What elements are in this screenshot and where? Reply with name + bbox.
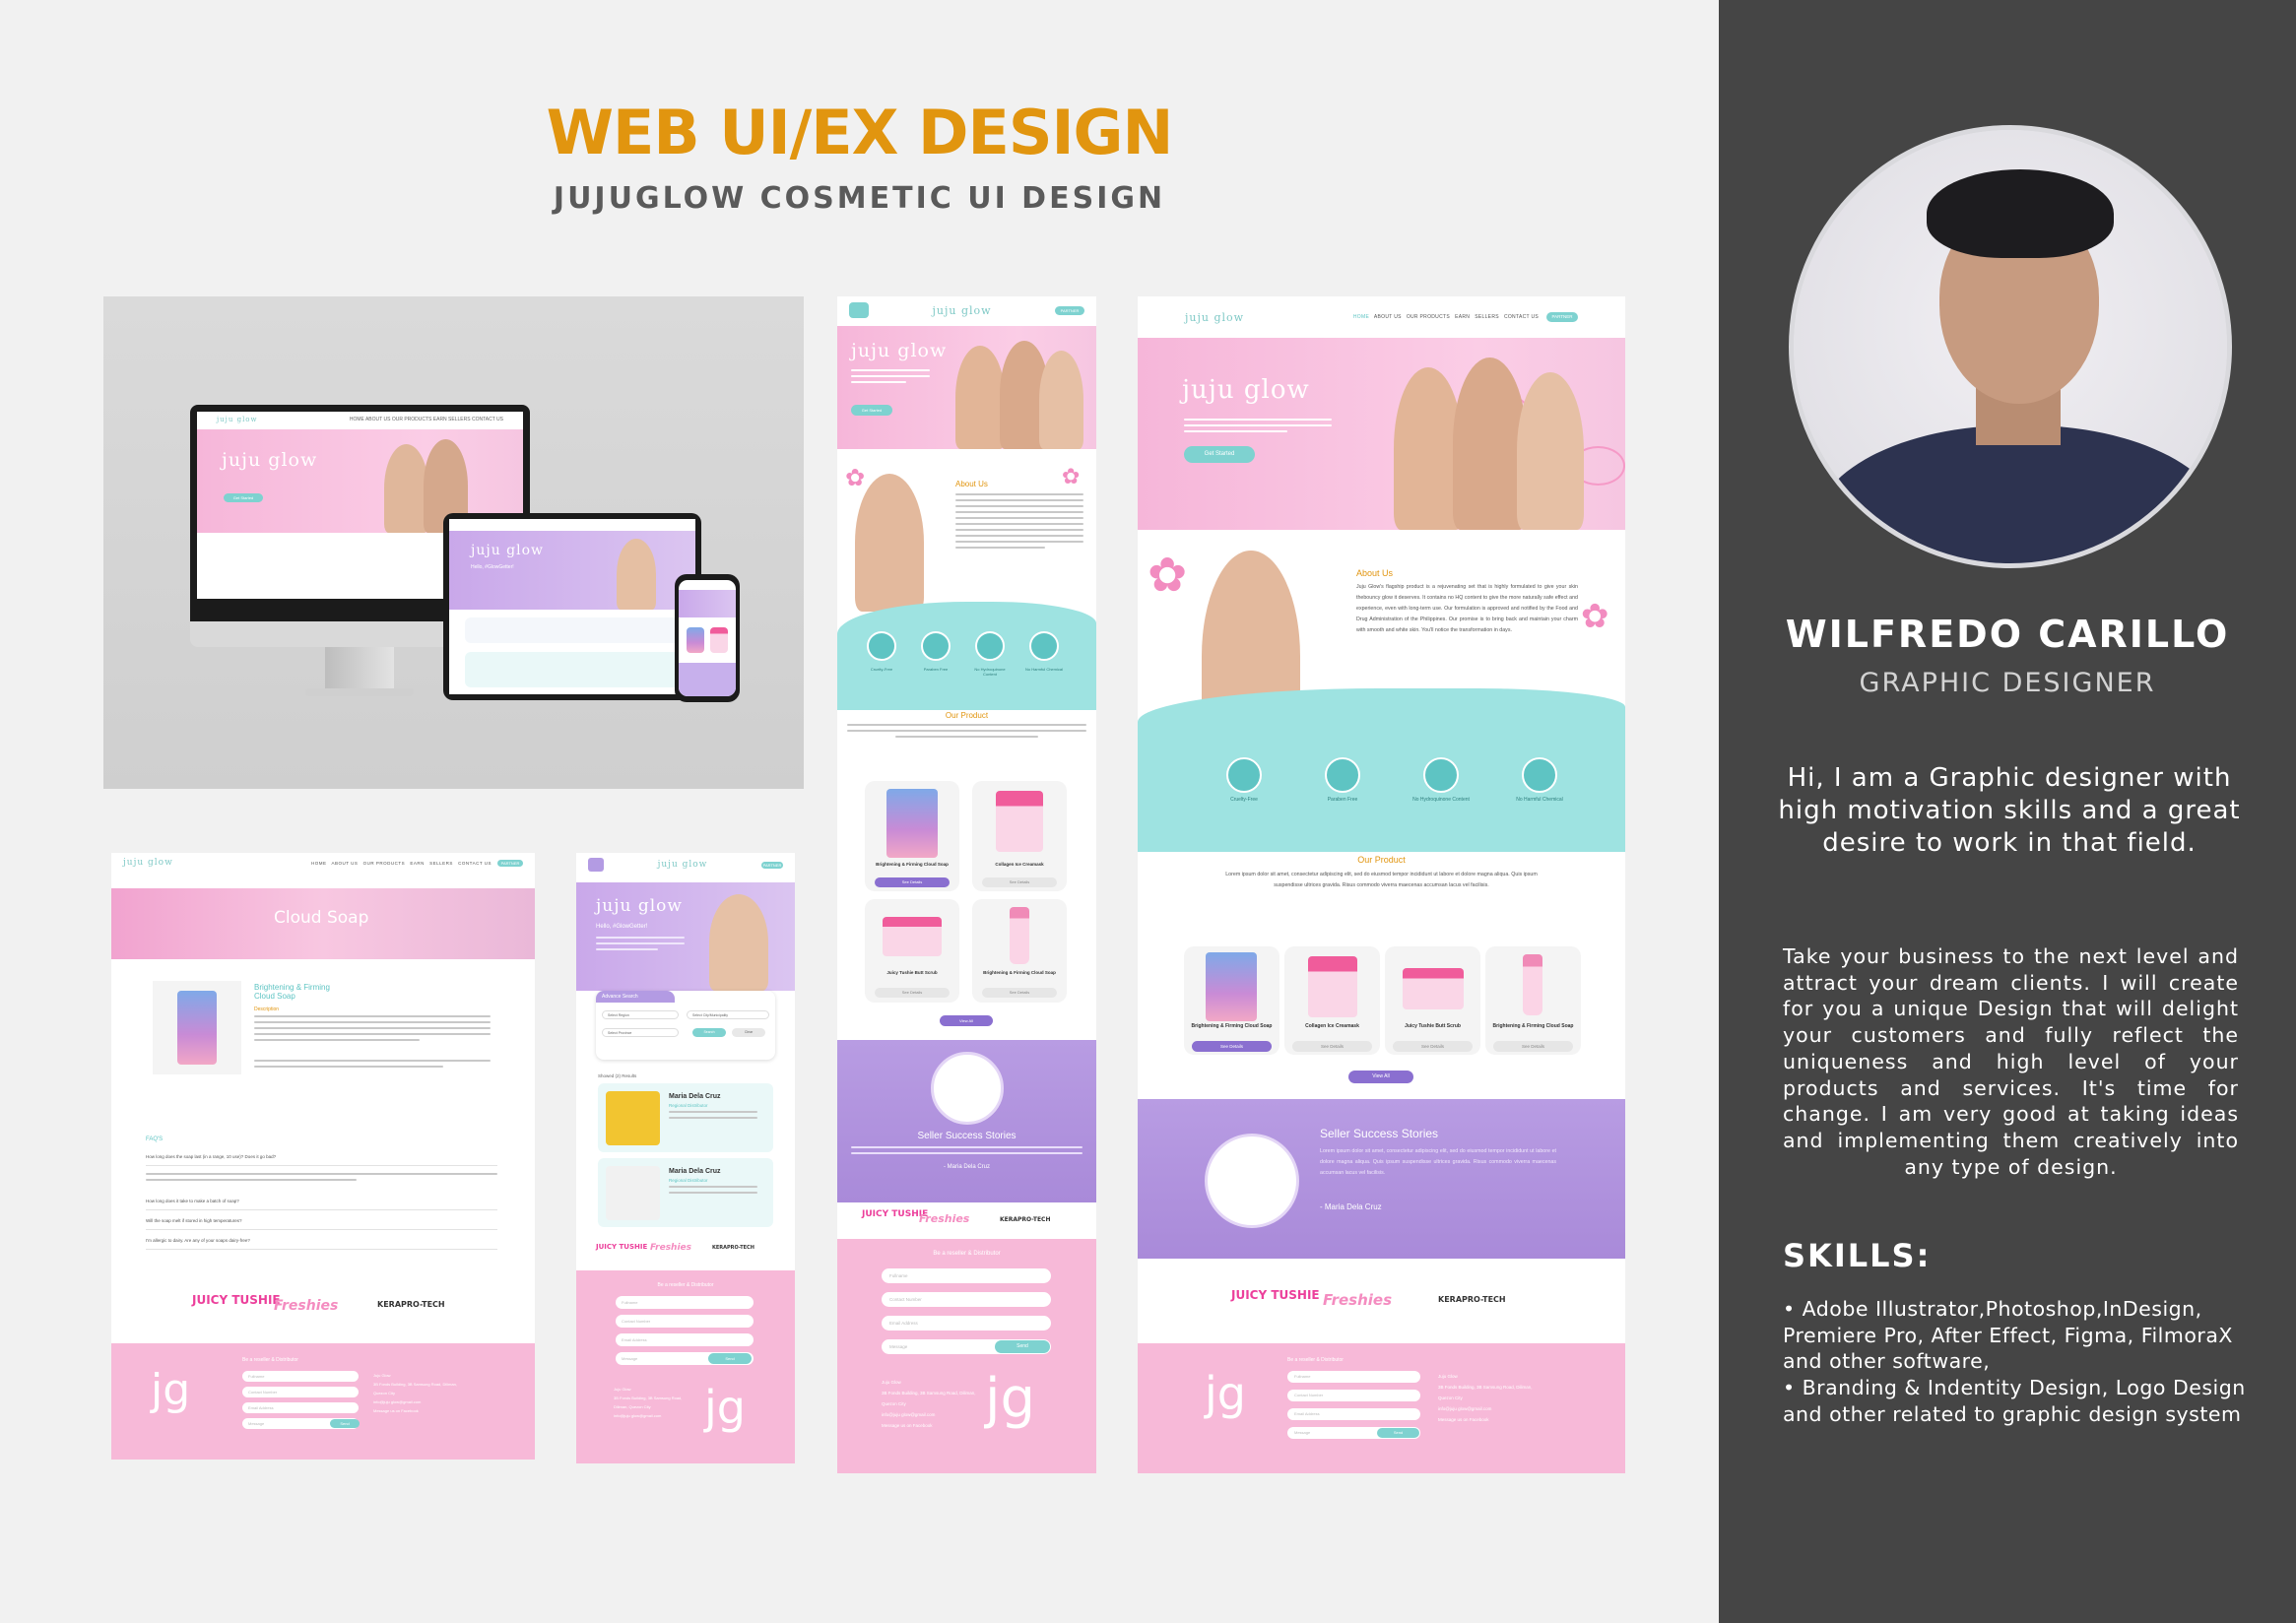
nav-home[interactable]: HOME	[1353, 314, 1369, 320]
see-details-button[interactable]: See Details	[982, 877, 1057, 887]
see-details-button[interactable]: See Details	[1192, 1041, 1272, 1052]
see-details-button[interactable]: See Details	[1292, 1041, 1372, 1052]
page-title: WEB UI/EX DESIGN	[546, 97, 1174, 168]
site-footer: jg Be a reseller & Distributor Fullname …	[111, 1343, 535, 1460]
city-select[interactable]: Select City/Municipality	[687, 1010, 769, 1019]
monitor-base	[305, 688, 414, 696]
distributor-card[interactable]: Maria Dela Cruz Regional Distributor	[598, 1083, 773, 1152]
distributor-card[interactable]: Maria Dela Cruz Regional Distributor	[598, 1158, 773, 1227]
about-title: About Us	[955, 480, 988, 488]
phone-screen	[679, 580, 736, 696]
about-text: Juju Glow's flagship product is a rejuve…	[1356, 584, 1578, 633]
monitor-stand	[325, 647, 394, 692]
faq-item[interactable]: Will the soap melt if stored in high tem…	[146, 1212, 497, 1230]
nav-products[interactable]: OUR PRODUCTS	[1407, 314, 1450, 320]
see-details-button[interactable]: See Details	[1393, 1041, 1473, 1052]
nav-contact[interactable]: CONTACT US	[1504, 314, 1539, 320]
fullname-field[interactable]: Fullname	[242, 1371, 359, 1382]
see-details-button[interactable]: See Details	[875, 877, 950, 887]
seller-title: Seller Success Stories	[1320, 1127, 1439, 1140]
faq-item[interactable]: How long does it take to make a batch of…	[146, 1193, 497, 1210]
distributor-search-page: juju glow PARTNER juju glow Hello, #Glow…	[576, 853, 795, 1463]
site-logo[interactable]: juju glow	[217, 416, 258, 423]
profile-role: GRAPHIC DESIGNER	[1859, 668, 2156, 698]
contact-field[interactable]: Contact Number	[242, 1387, 359, 1397]
skills-list: • Adobe Illustrator,Photoshop,InDesign, …	[1783, 1296, 2246, 1428]
clear-button[interactable]: Clear	[732, 1028, 765, 1037]
faq-item[interactable]: I'm allergic to dairy. Are any of your s…	[146, 1232, 497, 1250]
about-title: About Us	[1356, 568, 1394, 578]
see-details-button[interactable]: See Details	[1493, 1041, 1573, 1052]
desktop-home-page: juju glow HOME ABOUT US OUR PRODUCTS EAR…	[1138, 296, 1625, 1473]
get-started-button[interactable]: Get Started	[1184, 446, 1255, 463]
mobile-home-page: juju glow PARTNER juju glow Get Started …	[837, 296, 1096, 1473]
menu-icon[interactable]	[588, 858, 604, 872]
flower-decoration: ✿	[1581, 598, 1609, 635]
profile-intro: Hi, I am a Graphic designer with high mo…	[1778, 763, 2241, 858]
profile-sidebar: WILFREDO CARILLO GRAPHIC DESIGNER Hi, I …	[1719, 0, 2296, 1623]
menu-icon[interactable]	[849, 302, 869, 318]
product-title: Brightening & Firming Cloud Soap	[254, 983, 330, 1001]
cloud-soap-banner: Cloud Soap	[111, 888, 535, 959]
kerapro-logo: KERAPRO-TECH	[377, 1300, 445, 1309]
skill-item: • Branding & Indentity Design, Logo Desi…	[1783, 1376, 2246, 1426]
see-details-button[interactable]: See Details	[875, 988, 950, 998]
freshies-logo: Freshies	[274, 1298, 339, 1314]
device-mockup-panel: juju glow HOME ABOUT US OUR PRODUCTS EAR…	[103, 296, 804, 789]
advance-search-box: Advance Search Select Region Select City…	[596, 991, 775, 1060]
faq-item[interactable]: How long does the soap last (in a range,…	[146, 1148, 497, 1166]
avatar	[1789, 125, 2232, 568]
profile-body: Take your business to the next level and…	[1783, 944, 2239, 1179]
tablet-screen: juju glow Hello, #GlowGetter!	[449, 519, 695, 694]
see-details-button[interactable]: See Details	[982, 988, 1057, 998]
nav-about[interactable]: ABOUT US	[1374, 314, 1402, 320]
juicy-tushie-logo: JUICY TUSHIE	[192, 1293, 281, 1307]
search-button[interactable]: Search	[692, 1028, 726, 1037]
nav-sellers[interactable]: SELLERS	[1475, 314, 1499, 320]
product-image	[153, 981, 241, 1074]
hero-logo: juju glow	[222, 449, 318, 471]
description-label: Description	[254, 1006, 280, 1012]
flower-decoration: ✿	[1148, 550, 1188, 602]
site-logo[interactable]: juju glow	[123, 858, 173, 868]
product-detail-page: juju glow HOME ABOUT US OUR PRODUCTS EAR…	[111, 853, 535, 1460]
view-all-button[interactable]: View All	[1348, 1071, 1413, 1083]
results-count: Showed (2) Results	[598, 1073, 637, 1078]
view-all-button[interactable]: View All	[940, 1015, 993, 1026]
region-select[interactable]: Select Region	[602, 1010, 679, 1019]
partner-button[interactable]: PARTNER	[1546, 312, 1578, 322]
province-select[interactable]: Select Province	[602, 1028, 679, 1037]
partner-button[interactable]: PARTNER	[497, 859, 523, 867]
skill-item: • Adobe Illustrator,Photoshop,InDesign, …	[1783, 1297, 2233, 1374]
flower-decoration: ✿	[845, 465, 866, 491]
page-subtitle: JUJUGLOW COSMETIC UI DESIGN	[553, 181, 1166, 216]
email-field[interactable]: Email Address	[242, 1402, 359, 1413]
get-started-button[interactable]: Get Started	[224, 493, 263, 502]
nav-earn[interactable]: EARN	[1455, 314, 1470, 320]
send-button[interactable]: Send	[330, 1419, 360, 1428]
skills-title: SKILLS:	[1783, 1237, 1932, 1274]
profile-name: WILFREDO CARILLO	[1785, 613, 2230, 656]
banner-title: Cloud Soap	[274, 908, 369, 928]
faq-title: FAQ'S	[146, 1136, 164, 1142]
flower-decoration: ✿	[1062, 464, 1081, 488]
